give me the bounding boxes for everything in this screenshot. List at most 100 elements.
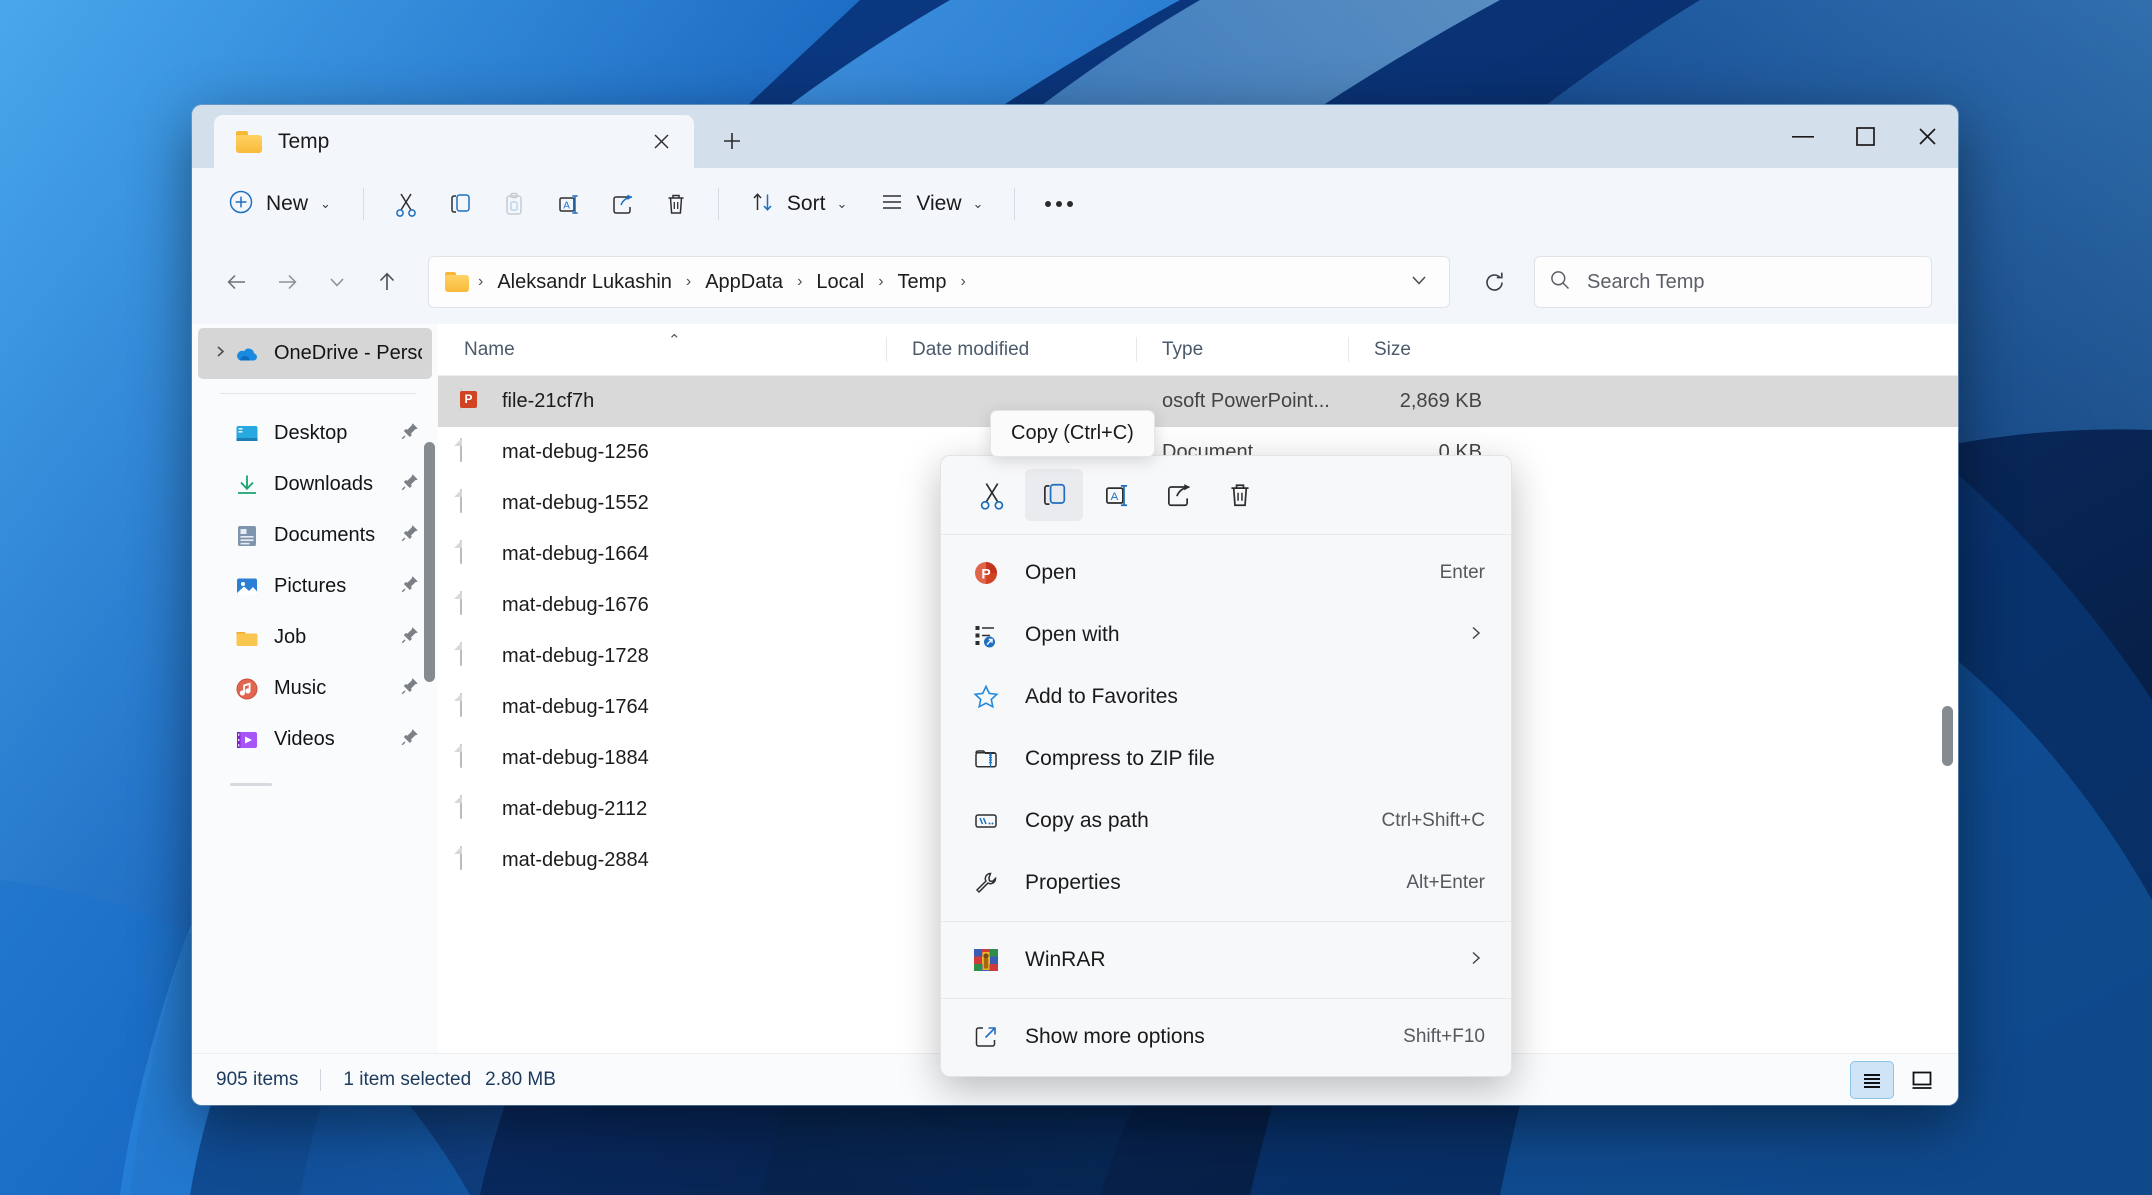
menu-item-open[interactable]: P Open Enter <box>947 542 1505 604</box>
file-name: mat-debug-1664 <box>502 543 649 565</box>
tab-label: Temp <box>278 129 330 153</box>
tab-temp[interactable]: Temp <box>214 115 694 168</box>
file-list-scrollbar[interactable] <box>1942 706 1953 766</box>
menu-item-accelerator: Enter <box>1439 562 1485 583</box>
file-name-cell: mat-debug-1728 <box>438 641 886 671</box>
maximize-button[interactable] <box>1834 105 1896 168</box>
up-button[interactable] <box>362 257 412 307</box>
breadcrumb-item-appdata[interactable]: AppData <box>700 268 788 297</box>
breadcrumb-separator: › <box>960 273 966 290</box>
delete-button[interactable] <box>650 181 702 227</box>
address-bar[interactable]: › Aleksandr Lukashin › AppData › Local ›… <box>428 256 1450 308</box>
breadcrumb-item-temp[interactable]: Temp <box>893 268 952 297</box>
menu-item-label: Show more options <box>1025 1025 1205 1048</box>
pin-icon[interactable] <box>400 421 422 446</box>
navigation-pane-scrollbar[interactable] <box>424 442 435 682</box>
column-header-size[interactable]: Size <box>1348 324 1508 375</box>
search-box[interactable] <box>1534 256 1932 308</box>
sidebar-item-desktop[interactable]: Desktop <box>198 408 432 459</box>
refresh-button[interactable] <box>1468 256 1520 308</box>
text-document-icon <box>460 692 486 722</box>
sidebar-item-label: OneDrive - Perso <box>274 342 422 364</box>
file-name: mat-debug-1764 <box>502 696 649 718</box>
folder-icon <box>236 130 262 153</box>
copy-button[interactable] <box>434 181 486 227</box>
text-document-icon <box>460 845 486 875</box>
divider <box>941 921 1511 922</box>
pin-icon[interactable] <box>400 727 422 752</box>
sidebar-item-videos[interactable]: Videos <box>198 714 432 765</box>
sidebar-item-downloads[interactable]: Downloads <box>198 459 432 510</box>
menu-item-show-more-options[interactable]: Show more options Shift+F10 <box>947 1006 1505 1068</box>
sidebar-item-label: Music <box>274 677 327 699</box>
ellipsis-icon[interactable] <box>1031 181 1087 227</box>
copy-button[interactable] <box>1025 469 1083 521</box>
pin-icon[interactable] <box>400 625 422 650</box>
column-header-name-label: Name <box>464 338 515 360</box>
menu-item-compress-to-zip[interactable]: Compress to ZIP file <box>947 728 1505 790</box>
forward-button[interactable] <box>262 257 312 307</box>
breadcrumb-item-user[interactable]: Aleksandr Lukashin <box>492 268 677 297</box>
new-button[interactable]: New ⌄ <box>216 181 347 227</box>
column-header-name[interactable]: Name ⌃ <box>438 324 886 375</box>
divider <box>941 998 1511 999</box>
sidebar-item-onedrive[interactable]: OneDrive - Perso <box>198 328 432 379</box>
sidebar-item-job[interactable]: Job <box>198 612 432 663</box>
sort-button[interactable]: Sort ⌄ <box>735 181 862 227</box>
breadcrumb-item-local[interactable]: Local <box>811 268 869 297</box>
sidebar-item-music[interactable]: Music <box>198 663 432 714</box>
recent-locations-button[interactable] <box>312 257 362 307</box>
pin-icon[interactable] <box>400 523 422 548</box>
menu-item-add-to-favorites[interactable]: Add to Favorites <box>947 666 1505 728</box>
share-button[interactable] <box>596 181 648 227</box>
plus-circle-icon <box>228 189 254 220</box>
breadcrumb-separator: › <box>478 273 484 290</box>
pin-icon[interactable] <box>400 472 422 497</box>
sidebar-item-documents[interactable]: Documents <box>198 510 432 561</box>
new-tab-button[interactable] <box>708 117 756 165</box>
chevron-down-icon: ⌄ <box>836 196 848 211</box>
context-menu-items: P Open Enter Open with Add to Favorites … <box>941 535 1511 1070</box>
delete-button[interactable] <box>1211 469 1269 521</box>
menu-item-copy-as-path[interactable]: Copy as path Ctrl+Shift+C <box>947 790 1505 852</box>
column-header-date-modified[interactable]: Date modified <box>886 324 1136 375</box>
close-button[interactable] <box>1896 105 1958 168</box>
rename-button[interactable]: A <box>542 181 594 227</box>
file-name: mat-debug-1728 <box>502 645 649 667</box>
sidebar-item-pictures[interactable]: Pictures <box>198 561 432 612</box>
cut-button[interactable] <box>963 469 1021 521</box>
chevron-down-icon[interactable] <box>1401 264 1437 301</box>
divider <box>362 188 364 220</box>
chevron-right-icon[interactable] <box>206 344 234 363</box>
divider <box>1014 188 1016 220</box>
rename-button[interactable]: A <box>1087 469 1145 521</box>
pin-icon[interactable] <box>400 676 422 701</box>
column-header-type[interactable]: Type <box>1136 324 1348 375</box>
star-icon <box>969 683 1003 711</box>
share-button[interactable] <box>1149 469 1207 521</box>
details-view-toggle[interactable] <box>1850 1060 1894 1099</box>
view-button[interactable]: View ⌄ <box>864 181 998 227</box>
chevron-down-icon: ⌄ <box>320 196 331 211</box>
paste-button[interactable] <box>488 181 540 227</box>
back-button[interactable] <box>212 257 262 307</box>
table-row[interactable]: P file-21cf7h osoft PowerPoint... 2,869 … <box>438 376 1958 427</box>
cut-button[interactable] <box>380 181 432 227</box>
search-input[interactable] <box>1587 270 1917 294</box>
pictures-icon <box>234 574 260 600</box>
sidebar-item-label: Pictures <box>274 575 347 597</box>
menu-item-winrar[interactable]: WinRAR <box>947 929 1505 991</box>
menu-item-open-with[interactable]: Open with <box>947 604 1505 666</box>
column-header-size-label: Size <box>1374 338 1411 360</box>
menu-item-properties[interactable]: Properties Alt+Enter <box>947 852 1505 914</box>
preview-pane-toggle[interactable] <box>1900 1061 1944 1099</box>
folder-icon <box>445 272 469 292</box>
close-icon[interactable] <box>644 125 678 159</box>
pin-icon[interactable] <box>400 574 422 599</box>
sort-arrows-icon <box>750 189 776 220</box>
item-count: 905 items <box>216 1068 299 1090</box>
minimize-button[interactable] <box>1772 105 1834 168</box>
music-icon <box>234 676 260 702</box>
menu-item-label: Open with <box>1025 623 1120 646</box>
menu-item-label: Add to Favorites <box>1025 685 1178 708</box>
